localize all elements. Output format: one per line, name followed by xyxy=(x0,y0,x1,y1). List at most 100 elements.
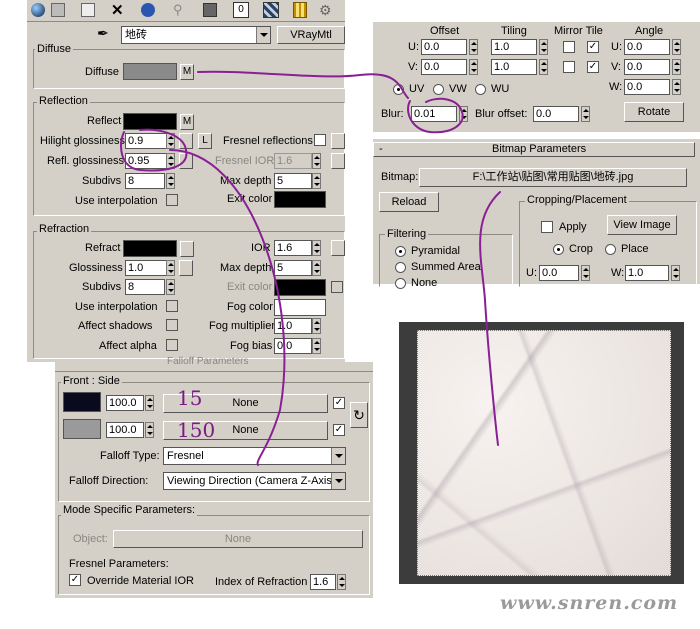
falloff-direction-select[interactable]: Viewing Direction (Camera Z-Axis) xyxy=(163,472,346,490)
front-color-swatch[interactable] xyxy=(63,392,101,412)
show-end-result-icon[interactable] xyxy=(293,2,307,18)
fog-color-swatch[interactable] xyxy=(274,299,326,316)
u-tiling-spinner[interactable]: 1.0 xyxy=(491,39,537,55)
refraction-glossiness-map-button[interactable] xyxy=(179,260,193,276)
v-tiling-arrows[interactable] xyxy=(539,59,548,75)
v-offset-spinner[interactable]: 0.0 xyxy=(421,59,467,75)
ior-spinner[interactable]: 1.6 xyxy=(274,240,312,256)
multi-material-icon[interactable] xyxy=(51,3,65,17)
refract-map-button[interactable] xyxy=(180,241,194,257)
rotate-button[interactable]: Rotate xyxy=(624,102,684,122)
refraction-glossiness-arrows[interactable] xyxy=(166,260,175,276)
side-map-checkbox[interactable]: ✓ xyxy=(333,424,345,436)
link-icon[interactable] xyxy=(141,3,155,17)
uv-radio[interactable] xyxy=(393,84,404,95)
fresnel-ior-spinner[interactable]: 1.6 xyxy=(274,153,312,169)
reflection-subdivs-spinner[interactable]: 8 xyxy=(125,173,165,189)
fresnel-lock-button[interactable] xyxy=(331,133,345,149)
reflection-max-depth-spinner[interactable]: 5 xyxy=(274,173,312,189)
vw-radio[interactable] xyxy=(433,84,444,95)
reflection-max-depth-arrows[interactable] xyxy=(312,173,321,189)
affect-alpha-checkbox[interactable] xyxy=(166,339,178,351)
refract-color-swatch[interactable] xyxy=(123,240,177,257)
crop-w-arrows[interactable] xyxy=(671,265,680,281)
side-amount-spinner[interactable]: 100.0 xyxy=(106,422,144,438)
side-color-swatch[interactable] xyxy=(63,419,101,439)
index-of-refraction-spinner[interactable]: 1.6 xyxy=(310,574,336,590)
reload-button[interactable]: Reload xyxy=(379,192,439,212)
u-offset-arrows[interactable] xyxy=(469,39,478,55)
hilight-map-button[interactable] xyxy=(179,133,193,149)
reflect-color-swatch[interactable] xyxy=(123,113,177,130)
view-image-button[interactable]: View Image xyxy=(607,215,677,235)
swap-colors-button[interactable]: ↻ xyxy=(350,402,368,428)
u-angle-spinner[interactable]: 0.0 xyxy=(624,39,670,55)
material-id-icon[interactable]: 0 xyxy=(233,2,249,18)
front-amount-arrows[interactable] xyxy=(145,395,154,411)
v-tile-checkbox[interactable]: ✓ xyxy=(587,61,599,73)
material-name-field[interactable]: 地砖 xyxy=(121,26,271,44)
crop-w-spinner[interactable]: 1.0 xyxy=(625,265,669,281)
blur-arrows[interactable] xyxy=(459,106,468,122)
fog-multiplier-spinner[interactable]: 1.0 xyxy=(274,318,312,334)
refl-glossiness-arrows[interactable] xyxy=(166,153,175,169)
refraction-max-depth-spinner[interactable]: 5 xyxy=(274,260,312,276)
reflect-map-button[interactable]: M xyxy=(180,114,194,130)
w-angle-spinner[interactable]: 0.0 xyxy=(624,79,670,95)
falloff-type-select[interactable]: Fresnel xyxy=(163,447,346,465)
refl-glossiness-map-button[interactable] xyxy=(179,153,193,169)
fresnel-reflections-checkbox[interactable] xyxy=(314,134,326,146)
v-offset-arrows[interactable] xyxy=(469,59,478,75)
u-offset-spinner[interactable]: 0.0 xyxy=(421,39,467,55)
reflection-subdivs-arrows[interactable] xyxy=(166,173,175,189)
blur-offset-spinner[interactable]: 0.0 xyxy=(533,106,579,122)
w-angle-arrows[interactable] xyxy=(672,79,681,95)
v-angle-arrows[interactable] xyxy=(672,59,681,75)
hilight-glossiness-arrows[interactable] xyxy=(166,133,175,149)
bitmap-rollout-bar[interactable]: - Bitmap Parameters xyxy=(373,142,695,157)
object-pick-button[interactable]: None xyxy=(113,530,363,548)
u-tile-checkbox[interactable]: ✓ xyxy=(587,41,599,53)
summed-area-radio[interactable] xyxy=(395,262,406,273)
side-amount-arrows[interactable] xyxy=(145,422,154,438)
front-map-checkbox[interactable]: ✓ xyxy=(333,397,345,409)
refraction-exit-color-swatch[interactable] xyxy=(274,279,326,296)
fog-bias-arrows[interactable] xyxy=(312,338,321,354)
reflection-exit-color-swatch[interactable] xyxy=(274,191,326,208)
hilight-lock-button[interactable]: L xyxy=(198,133,212,149)
wu-radio[interactable] xyxy=(475,84,486,95)
refraction-glossiness-spinner[interactable]: 1.0 xyxy=(125,260,167,276)
copy-icon[interactable] xyxy=(81,3,95,17)
u-mirror-checkbox[interactable] xyxy=(563,41,575,53)
blur-offset-arrows[interactable] xyxy=(581,106,590,122)
show-map-icon[interactable] xyxy=(263,2,279,18)
fresnel-ior-map-button[interactable] xyxy=(331,153,345,169)
material-type-button[interactable]: VRayMtl xyxy=(277,26,345,44)
tree-icon[interactable]: ⚲ xyxy=(173,2,183,18)
crop-u-arrows[interactable] xyxy=(581,265,590,281)
v-tiling-spinner[interactable]: 1.0 xyxy=(491,59,537,75)
diffuse-map-button[interactable]: M xyxy=(180,64,194,80)
fog-bias-spinner[interactable]: 0.0 xyxy=(274,338,312,354)
pyramidal-radio[interactable] xyxy=(395,246,406,257)
put-to-library-icon[interactable] xyxy=(203,3,217,17)
sphere-icon[interactable] xyxy=(31,3,45,17)
refraction-subdivs-arrows[interactable] xyxy=(166,279,175,295)
refraction-use-interpolation-checkbox[interactable] xyxy=(166,300,178,312)
eyedropper-icon[interactable]: ✒ xyxy=(97,25,109,42)
refraction-max-depth-arrows[interactable] xyxy=(312,260,321,276)
diffuse-color-swatch[interactable] xyxy=(123,63,177,80)
fresnel-ior-arrows[interactable] xyxy=(312,153,321,169)
v-angle-spinner[interactable]: 0.0 xyxy=(624,59,670,75)
u-tiling-arrows[interactable] xyxy=(539,39,548,55)
ior-arrows[interactable] xyxy=(312,240,321,256)
filter-none-radio[interactable] xyxy=(395,278,406,289)
reflection-use-interpolation-checkbox[interactable] xyxy=(166,194,178,206)
override-ior-checkbox[interactable]: ✓ xyxy=(69,574,81,586)
place-radio[interactable] xyxy=(605,244,616,255)
crop-u-spinner[interactable]: 0.0 xyxy=(539,265,579,281)
fog-multiplier-arrows[interactable] xyxy=(312,318,321,334)
delete-icon[interactable]: ✕ xyxy=(111,1,124,19)
bitmap-path-button[interactable]: F:\工作站\贴图\常用贴图\地砖.jpg xyxy=(419,168,687,187)
ior-map-button[interactable] xyxy=(331,240,345,256)
